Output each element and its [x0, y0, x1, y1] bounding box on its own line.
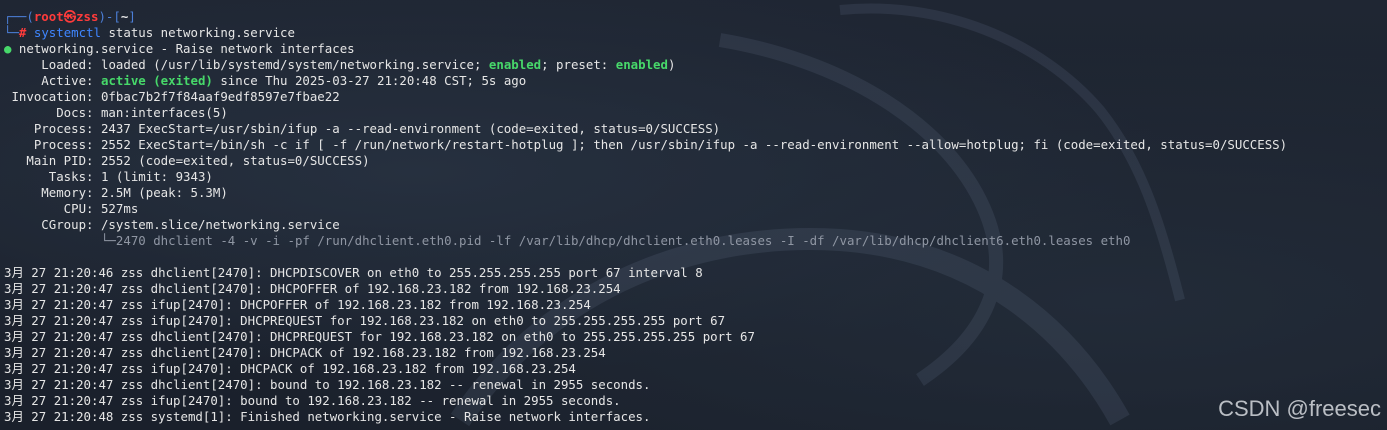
prompt-line-2: └─# systemctl status networking.service: [4, 25, 1387, 41]
prompt-hash: #: [18, 25, 27, 40]
log-line: 3月 27 21:20:48 zss systemd[1]: Finished …: [4, 409, 651, 424]
active-line: Active: active (exited) since Thu 2025-0…: [4, 73, 527, 88]
prompt-bracket: )-[: [98, 9, 121, 24]
command-name: systemctl: [33, 25, 101, 40]
prompt-host: zss: [76, 9, 99, 24]
service-title: networking.service - Raise network inter…: [11, 41, 355, 56]
terminal-output[interactable]: ┌──(root㉿zss)-[~] └─# systemctl status n…: [4, 9, 1387, 425]
process-line-1: Process: 2437 ExecStart=/usr/sbin/ifup -…: [4, 121, 721, 136]
log-line: 3月 27 21:20:47 zss ifup[2470]: bound to …: [4, 393, 621, 408]
log-line: 3月 27 21:20:47 zss ifup[2470]: DHCPOFFER…: [4, 297, 591, 312]
preset-badge: enabled: [615, 57, 668, 72]
active-state: active (exited): [100, 73, 213, 88]
cpu-line: CPU: 527ms: [4, 201, 139, 216]
prompt-line-1: ┌──(root㉿zss)-[~]: [4, 9, 1387, 25]
tasks-line: Tasks: 1 (limit: 9343): [4, 169, 213, 184]
enabled-badge: enabled: [488, 57, 542, 72]
log-line: 3月 27 21:20:47 zss dhclient[2470]: bound…: [4, 377, 651, 392]
process-line-2: Process: 2552 ExecStart=/bin/sh -c if [ …: [4, 137, 1288, 152]
loaded-line: Loaded: loaded (/usr/lib/systemd/system/…: [4, 57, 676, 72]
mainpid-line: Main PID: 2552 (code=exited, status=0/SU…: [4, 153, 370, 168]
docs-line: Docs: man:interfaces(5): [4, 105, 228, 120]
prompt-at-symbol: ㉿: [63, 9, 77, 24]
log-line: 3月 27 21:20:47 zss dhclient[2470]: DHCPA…: [4, 345, 606, 360]
command-args: status networking.service: [101, 25, 295, 40]
csdn-watermark: CSDN @freesec: [1218, 396, 1381, 421]
journal-log: 3月 27 21:20:46 zss dhclient[2470]: DHCPD…: [4, 265, 1387, 425]
cgroup-line: CGroup: /system.slice/networking.service: [4, 217, 340, 232]
invocation-line: Invocation: 0fbac7b2f7f84aaf9edf8597e7fb…: [4, 89, 340, 104]
log-line: 3月 27 21:20:47 zss dhclient[2470]: DHCPO…: [4, 281, 621, 296]
prompt-corner: └─: [4, 25, 19, 40]
log-line: 3月 27 21:20:46 zss dhclient[2470]: DHCPD…: [4, 265, 703, 280]
log-line: 3月 27 21:20:47 zss ifup[2470]: DHCPREQUE…: [4, 313, 726, 328]
cgroup-child-line: └─2470 dhclient -4 -v -i -pf /run/dhclie…: [4, 233, 1131, 248]
service-header: ● networking.service - Raise network int…: [4, 41, 1387, 57]
prompt-user: root: [33, 9, 64, 24]
log-line: 3月 27 21:20:47 zss ifup[2470]: DHCPACK o…: [4, 361, 576, 376]
prompt-bracket: ┌──(: [4, 9, 34, 24]
log-line: 3月 27 21:20:47 zss dhclient[2470]: DHCPR…: [4, 329, 755, 344]
memory-line: Memory: 2.5M (peak: 5.3M): [4, 185, 228, 200]
prompt-bracket: ]: [128, 9, 136, 24]
